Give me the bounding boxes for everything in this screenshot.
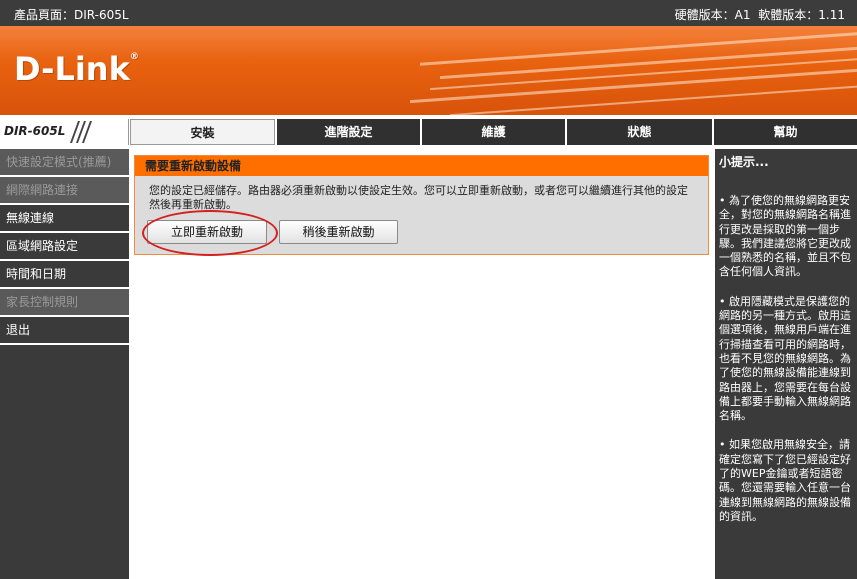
sidebar-item-wizard[interactable]: 快速設定模式(推薦) [0, 149, 129, 177]
top-navigation: DIR-605L 安裝 進階設定 維護 狀態 幫助 [0, 119, 857, 145]
sidebar-item-wireless[interactable]: 無線連線 [0, 205, 129, 233]
sidebar-item-time[interactable]: 時間和日期 [0, 261, 129, 289]
sidebar: 快速設定模式(推薦) 網際網路連接 無線連線 區域網路設定 時間和日期 家長控制… [0, 145, 129, 579]
tab-maintenance[interactable]: 維護 [421, 119, 565, 145]
sidebar-item-lan[interactable]: 區域網路設定 [0, 233, 129, 261]
hint-item: • 為了使您的無線網路更安全，對您的無線網路名稱進行更改是採取的第一個步驟。我們… [719, 194, 851, 279]
reboot-panel: 需要重新啟動設備 您的設定已經儲存。路由器必須重新啟動以使設定生效。您可以立即重… [134, 155, 709, 256]
sidebar-item-internet[interactable]: 網際網路連接 [0, 177, 129, 205]
sidebar-item-logout[interactable]: 退出 [0, 317, 129, 345]
hints-title: 小提示... [719, 155, 769, 169]
top-bar: 產品頁面：DIR-605L 硬體版本：A1 軟體版本：1.11 [0, 0, 857, 26]
reboot-later-button[interactable]: 稍後重新啟動 [279, 220, 398, 244]
dlink-logo: D-Link® [14, 50, 139, 88]
product-page-label: 產品頁面：DIR-605L [14, 8, 129, 22]
hints-panel: 小提示... • 為了使您的無線網路更安全，對您的無線網路名稱進行更改是採取的第… [713, 145, 857, 579]
panel-title: 需要重新啟動設備 [135, 156, 708, 176]
sidebar-item-parental[interactable]: 家長控制規則 [0, 289, 129, 317]
model-label: DIR-605L [0, 119, 129, 145]
tab-status[interactable]: 狀態 [566, 119, 712, 145]
version-info: 硬體版本：A1 軟體版本：1.11 [674, 8, 845, 22]
tab-setup[interactable]: 安裝 [130, 119, 275, 145]
highlight-circle [142, 210, 278, 256]
main-content: 需要重新啟動設備 您的設定已經儲存。路由器必須重新啟動以使設定生效。您可以立即重… [129, 145, 713, 579]
panel-message: 您的設定已經儲存。路由器必須重新啟動以使設定生效。您可以立即重新啟動，或者您可以… [149, 184, 688, 211]
hint-item: • 如果您啟用無線安全，請確定您寫下了您已經設定好了的WEP金鑰或者短語密碼。您… [719, 438, 851, 523]
tab-help[interactable]: 幫助 [713, 119, 857, 145]
tab-advanced[interactable]: 進階設定 [276, 119, 420, 145]
header-banner: D-Link® [0, 26, 857, 115]
hint-item: • 啟用隱藏模式是保護您的網路的另一種方式。啟用這個選項後，無線用戶端在進行掃描… [719, 294, 851, 423]
